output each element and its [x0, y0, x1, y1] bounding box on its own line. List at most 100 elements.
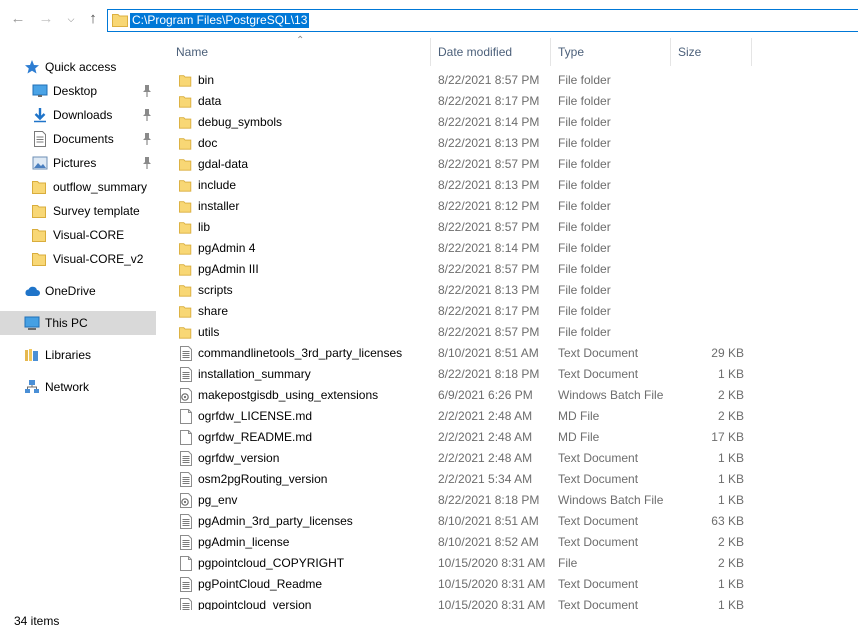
file-date-modified: 10/15/2020 8:31 AM: [438, 598, 546, 610]
folder-icon: [179, 306, 192, 318]
desktop-icon: [32, 84, 48, 97]
file-row[interactable]: commandlinetools_3rd_party_licenses 8/10/…: [157, 343, 858, 364]
pin-icon: [143, 133, 151, 145]
file-row[interactable]: ogrfdw_version 2/2/2021 2:48 AM Text Docum…: [157, 448, 858, 469]
file-row[interactable]: installer 8/22/2021 8:12 PM File folder: [157, 196, 858, 217]
file-row[interactable]: pgpointcloud_COPYRIGHT 10/15/2020 8:31 AM…: [157, 553, 858, 574]
file-row[interactable]: pgAdmin_license 8/10/2021 8:52 AM Text Doc…: [157, 532, 858, 553]
file-size: [678, 73, 744, 88]
nav-item[interactable]: Quick access: [0, 55, 156, 79]
status-bar: 34 items: [0, 610, 858, 633]
file-name: pgAdmin III: [198, 262, 259, 276]
file-row[interactable]: ogrfdw_LICENSE.md 2/2/2021 2:48 AM MD File…: [157, 406, 858, 427]
address-path[interactable]: C:\Program Files\PostgreSQL\13: [130, 13, 310, 28]
folder-icon: [179, 201, 192, 213]
pin-icon: [143, 157, 151, 169]
nav-item-label: Visual-CORE_v2: [53, 252, 144, 266]
column-header-name-label: Name: [176, 45, 209, 59]
file-type: Text Document: [558, 577, 639, 591]
nav-item[interactable]: Libraries: [0, 343, 156, 367]
cloud-icon: [25, 286, 40, 296]
file-row[interactable]: data 8/22/2021 8:17 PM File folder: [157, 91, 858, 112]
folder-icon: [179, 96, 192, 108]
folder-icon: [179, 222, 192, 234]
text-file-icon: [180, 451, 192, 466]
nav-item[interactable]: OneDrive: [0, 279, 156, 303]
back-arrow-icon[interactable]: ←: [9, 10, 27, 28]
file-size: 1 KB: [717, 598, 744, 610]
file-type: Text Document: [558, 514, 639, 528]
file-row[interactable]: pgPointCloud_Readme 10/15/2020 8:31 AM Tex…: [157, 574, 858, 595]
file-size: [678, 115, 744, 130]
nav-item[interactable]: Visual-CORE: [0, 223, 156, 247]
file-size: [678, 157, 744, 172]
forward-arrow-icon[interactable]: →: [37, 10, 55, 28]
folder-icon: [179, 264, 192, 276]
nav-item[interactable]: This PC: [0, 311, 156, 335]
file-row[interactable]: pgAdmin 4 8/22/2021 8:14 PM File folder: [157, 238, 858, 259]
file-type: MD File: [558, 430, 600, 444]
folder-icon: [179, 285, 192, 297]
file-type: Windows Batch File: [558, 493, 664, 507]
nav-item[interactable]: outflow_summary: [0, 175, 156, 199]
file-type: Text Document: [558, 367, 639, 381]
file-name: lib: [198, 220, 211, 234]
file-date-modified: 8/22/2021 8:17 PM: [438, 94, 540, 108]
file-name: bin: [198, 73, 215, 87]
file-date-modified: 8/22/2021 8:14 PM: [438, 115, 540, 129]
file-date-modified: 8/22/2021 8:13 PM: [438, 136, 540, 150]
nav-item[interactable]: Visual-CORE_v2: [0, 247, 156, 271]
column-divider[interactable]: [751, 38, 752, 66]
file-row[interactable]: debug_symbols 8/22/2021 8:14 PM File folde…: [157, 112, 858, 133]
navigation-pane: Quick access Desktop Downloads Documents Pic…: [0, 38, 157, 608]
file-row[interactable]: pgAdmin III 8/22/2021 8:57 PM File folder: [157, 259, 858, 280]
file-row[interactable]: share 8/22/2021 8:17 PM File folder: [157, 301, 858, 322]
file-name: gdal-data: [198, 157, 249, 171]
column-headers: ⌃ Name Date modified Type Size: [157, 35, 858, 66]
file-date-modified: 8/22/2021 8:13 PM: [438, 178, 540, 192]
file-row[interactable]: include 8/22/2021 8:13 PM File folder: [157, 175, 858, 196]
address-bar[interactable]: C:\Program Files\PostgreSQL\13: [107, 9, 858, 32]
item-count: 34 items: [14, 614, 60, 628]
column-header-date[interactable]: Date modified: [431, 38, 551, 66]
file-name: pg_env: [198, 493, 238, 507]
file-row[interactable]: doc 8/22/2021 8:13 PM File folder: [157, 133, 858, 154]
recent-locations-chevron-icon[interactable]: ⌵: [62, 10, 80, 28]
nav-item[interactable]: Network: [0, 375, 156, 399]
file-row[interactable]: scripts 8/22/2021 8:13 PM File folder: [157, 280, 858, 301]
folder-icon: [112, 14, 128, 27]
navigation-bar: ← → ⌵ ↑ C:\Program Files\PostgreSQL\13: [0, 0, 858, 38]
file-row[interactable]: osm2pgRouting_version 2/2/2021 5:34 AM Tex…: [157, 469, 858, 490]
file-date-modified: 2/2/2021 5:34 AM: [438, 472, 533, 486]
file-row[interactable]: pgAdmin_3rd_party_licenses 8/10/2021 8:51…: [157, 511, 858, 532]
file-type: File folder: [558, 178, 611, 192]
column-header-name[interactable]: ⌃ Name: [157, 35, 431, 66]
batch-file-icon: [180, 388, 192, 403]
file-row[interactable]: utils 8/22/2021 8:57 PM File folder: [157, 322, 858, 343]
file-row[interactable]: ogrfdw_README.md 2/2/2021 2:48 AM MD File 1…: [157, 427, 858, 448]
nav-item[interactable]: Survey template: [0, 199, 156, 223]
file-size: 2 KB: [717, 556, 744, 570]
file-row[interactable]: pg_env 8/22/2021 8:18 PM Windows Batch Fil…: [157, 490, 858, 511]
file-name: pgPointCloud_Readme: [198, 577, 323, 591]
file-row[interactable]: pgpointcloud_version 10/15/2020 8:31 AM Te…: [157, 595, 858, 610]
file-row[interactable]: lib 8/22/2021 8:57 PM File folder: [157, 217, 858, 238]
nav-item[interactable]: Desktop: [0, 79, 156, 103]
nav-item[interactable]: Pictures: [0, 151, 156, 175]
network-icon: [25, 380, 39, 393]
column-header-size[interactable]: Size: [671, 38, 752, 66]
file-size: 2 KB: [717, 388, 744, 402]
column-header-type[interactable]: Type: [551, 38, 671, 66]
file-row[interactable]: installation_summary 8/22/2021 8:18 PM Tex…: [157, 364, 858, 385]
file-size: [678, 178, 744, 193]
pin-icon: [143, 109, 151, 121]
file-name: utils: [198, 325, 220, 339]
file-name: pgAdmin 4: [198, 241, 256, 255]
file-date-modified: 10/15/2020 8:31 AM: [438, 577, 546, 591]
file-row[interactable]: bin 8/22/2021 8:57 PM File folder: [157, 70, 858, 91]
nav-item[interactable]: Documents: [0, 127, 156, 151]
up-arrow-icon[interactable]: ↑: [84, 10, 102, 28]
nav-item[interactable]: Downloads: [0, 103, 156, 127]
file-row[interactable]: makepostgisdb_using_extensions 6/9/2021 6…: [157, 385, 858, 406]
file-row[interactable]: gdal-data 8/22/2021 8:57 PM File folder: [157, 154, 858, 175]
